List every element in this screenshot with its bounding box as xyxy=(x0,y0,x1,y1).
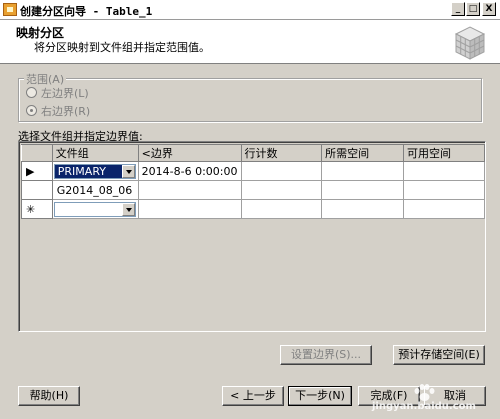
required-space-cell xyxy=(321,161,404,181)
close-button[interactable]: X xyxy=(482,2,496,16)
chevron-down-icon[interactable] xyxy=(121,164,135,178)
baidu-jingyan-watermark: jingyan.baidu.com xyxy=(372,381,496,417)
wizard-app-icon xyxy=(3,3,17,16)
available-space-cell xyxy=(402,161,486,181)
radio-left-label: 左边界(L) xyxy=(41,86,89,100)
required-space-cell xyxy=(321,180,404,200)
row-count-cell xyxy=(240,199,323,219)
partition-table: 文件组 <边界 行计数 所需空间 可用空间 ▶ PRIMARY 2014-8-6… xyxy=(21,144,486,219)
partition-grid[interactable]: 文件组 <边界 行计数 所需空间 可用空间 ▶ PRIMARY 2014-8-6… xyxy=(18,141,486,332)
title-bar: 创建分区向导 - Table_1 _ □ X xyxy=(0,0,500,20)
filegroup-cell[interactable] xyxy=(51,199,139,219)
wizard-header: 映射分区 将分区映射到文件组并指定范围值。 xyxy=(0,20,500,64)
page-subtitle: 将分区映射到文件组并指定范围值。 xyxy=(34,41,210,54)
table-row[interactable]: ✳ xyxy=(21,199,486,219)
baidu-paw-icon xyxy=(414,384,435,401)
filegroup-value: PRIMARY xyxy=(57,164,106,178)
row-count-cell xyxy=(240,180,323,200)
minimize-button[interactable]: _ xyxy=(451,2,465,16)
maximize-button[interactable]: □ xyxy=(466,2,480,16)
filegroup-combo[interactable]: PRIMARY xyxy=(53,163,136,179)
filegroup-value[interactable]: G2014_08_06 xyxy=(54,183,137,198)
boundary-cell[interactable] xyxy=(137,180,242,200)
row-marker xyxy=(21,180,53,200)
next-button[interactable]: 下一步(N) xyxy=(288,386,352,406)
boundary-cell[interactable]: 2014-8-6 0:00:00 xyxy=(137,161,242,181)
radio-left-boundary[interactable]: 左边界(L) xyxy=(26,86,89,100)
back-button[interactable]: < 上一步 xyxy=(222,386,284,406)
boundary-cell[interactable] xyxy=(137,199,242,219)
column-header-filegroup[interactable]: 文件组 xyxy=(51,144,139,162)
table-row[interactable]: G2014_08_06 xyxy=(21,180,486,200)
column-header-required-space[interactable]: 所需空间 xyxy=(321,144,404,162)
radio-right-indicator xyxy=(26,105,37,116)
set-boundaries-button[interactable]: 设置边界(S)... xyxy=(280,345,372,365)
column-header-boundary[interactable]: <边界 xyxy=(137,144,242,162)
column-header-row-count[interactable]: 行计数 xyxy=(240,144,323,162)
current-row-marker-icon: ▶ xyxy=(21,161,53,181)
radio-left-indicator xyxy=(26,87,37,98)
chevron-down-icon[interactable] xyxy=(121,202,135,216)
available-space-cell xyxy=(402,180,486,200)
column-header-available-space[interactable]: 可用空间 xyxy=(402,144,486,162)
estimate-storage-button[interactable]: 预计存储空间(E) xyxy=(393,345,485,365)
radio-right-boundary[interactable]: 右边界(R) xyxy=(26,104,91,118)
required-space-cell xyxy=(321,199,404,219)
help-button[interactable]: 帮助(H) xyxy=(18,386,80,406)
grid-header-row: 文件组 <边界 行计数 所需空间 可用空间 xyxy=(21,144,486,162)
filegroup-combo[interactable] xyxy=(53,201,136,217)
filegroup-cell[interactable]: G2014_08_06 xyxy=(51,180,139,200)
new-row-asterisk-icon: ✳ xyxy=(21,199,53,219)
available-space-cell xyxy=(402,199,486,219)
row-count-cell xyxy=(240,161,323,181)
window-title: 创建分区向导 - Table_1 xyxy=(20,5,153,18)
filegroup-cell[interactable]: PRIMARY xyxy=(51,161,139,181)
partition-cube-icon xyxy=(454,26,486,60)
watermark-url: jingyan.baidu.com xyxy=(372,401,476,412)
row-header-corner xyxy=(21,144,53,162)
radio-right-label: 右边界(R) xyxy=(41,104,91,118)
table-row[interactable]: ▶ PRIMARY 2014-8-6 0:00:00 xyxy=(21,161,486,181)
